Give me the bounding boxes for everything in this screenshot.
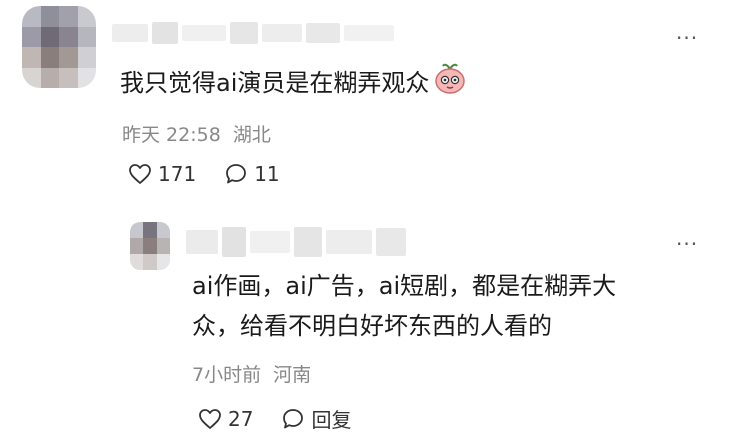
reply-more-options-icon[interactable]: ···	[676, 234, 698, 254]
comment-bubble-icon	[283, 408, 304, 428]
reply-label: 回复	[311, 408, 352, 432]
like-count: 171	[158, 162, 197, 186]
reply-actions: 27 回复	[198, 404, 351, 433]
more-options-icon[interactable]: ···	[676, 28, 698, 48]
reply-meta: 7小时前 河南	[192, 360, 311, 387]
heart-icon	[199, 408, 221, 429]
reply-reply-button[interactable]: 回复	[281, 404, 351, 433]
reply-like-count: 27	[228, 406, 254, 431]
comment-bubble-icon	[226, 164, 247, 184]
reply-button[interactable]: 11	[224, 162, 280, 186]
comment-body: 我只觉得ai演员是在糊弄观众	[120, 69, 430, 97]
comment-meta: 昨天 22:58 湖北	[122, 120, 271, 147]
reply-avatar[interactable]	[130, 222, 170, 270]
avatar[interactable]	[22, 6, 96, 88]
reply-location: 河南	[273, 364, 312, 386]
reply-time: 7小时前	[192, 364, 262, 386]
comment-time: 昨天 22:58	[122, 124, 221, 146]
heart-icon	[129, 164, 151, 184]
like-button[interactable]: 171	[128, 162, 196, 186]
comment-text: 我只觉得ai演员是在糊弄观众	[120, 62, 467, 106]
comment-actions: 171 11	[128, 162, 280, 186]
comment-location: 湖北	[232, 124, 271, 146]
reply-text-line-2: 众，给看不明白好坏东西的人看的	[192, 312, 552, 340]
username-blurred[interactable]	[112, 22, 394, 44]
reply-like-button[interactable]: 27	[198, 407, 253, 431]
reply-text-line-1: ai作画，ai广告，ai短剧，都是在糊弄大	[192, 272, 617, 300]
reply-username-blurred[interactable]	[186, 226, 406, 258]
reply-count: 11	[254, 162, 280, 186]
peach-face-emoji-icon	[433, 62, 467, 106]
reply-text: ai作画，ai广告，ai短剧，都是在糊弄大 众，给看不明白好坏东西的人看的	[192, 266, 712, 346]
